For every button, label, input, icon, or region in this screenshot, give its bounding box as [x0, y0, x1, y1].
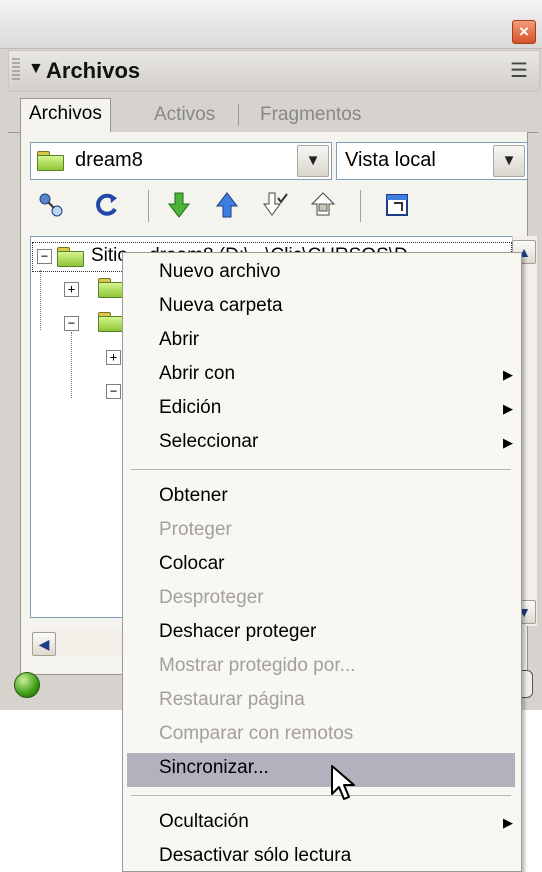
- menu-item-show-checked-out-by: Mostrar protegido por...: [159, 655, 356, 676]
- menu-item-edit[interactable]: Edición: [159, 397, 221, 419]
- toolbar-separator: [360, 190, 361, 222]
- menu-item-check-in: Desproteger: [159, 587, 264, 608]
- submenu-arrow-icon: ▶: [503, 401, 513, 416]
- refresh-icon[interactable]: [90, 190, 124, 222]
- drag-grip-icon[interactable]: [12, 58, 20, 82]
- menu-separator: [131, 469, 511, 470]
- check-in-icon[interactable]: [306, 190, 340, 222]
- menu-item-undo-check-out[interactable]: Deshacer proteger: [159, 621, 316, 643]
- put-icon[interactable]: [210, 190, 244, 222]
- folder-icon: [98, 278, 125, 298]
- collapse-icon[interactable]: −: [64, 316, 79, 331]
- menu-item-open[interactable]: Abrir: [159, 329, 199, 351]
- collapse-icon[interactable]: −: [37, 249, 52, 264]
- menu-item-put[interactable]: Colocar: [159, 553, 224, 575]
- menu-item-open-with[interactable]: Abrir con: [159, 363, 235, 385]
- menu-item-compare-remote: Comparar con remotos: [159, 723, 354, 744]
- view-select[interactable]: Vista local ▼: [336, 142, 528, 180]
- menu-item-new-file[interactable]: Nuevo archivo: [159, 261, 280, 283]
- tab-activos[interactable]: Activos: [146, 100, 223, 131]
- site-select-value: dream8: [75, 149, 143, 171]
- menu-item-new-folder[interactable]: Nueva carpeta: [159, 295, 283, 317]
- menu-item-cloaking[interactable]: Ocultación: [159, 811, 249, 833]
- submenu-arrow-icon: ▶: [503, 367, 513, 382]
- mouse-cursor-icon: [330, 764, 356, 809]
- panel-options-icon[interactable]: ☰: [510, 58, 528, 83]
- menu-separator: [131, 795, 511, 796]
- expand-panel-icon[interactable]: [380, 190, 414, 222]
- toolbar-separator: [148, 190, 149, 222]
- menu-item-restore-page: Restaurar página: [159, 689, 305, 710]
- collapse-icon[interactable]: −: [106, 384, 121, 399]
- status-ok-icon: [14, 672, 40, 698]
- tab-archivos[interactable]: Archivos: [20, 98, 111, 132]
- get-icon[interactable]: [162, 190, 196, 222]
- expand-icon[interactable]: +: [64, 282, 79, 297]
- tab-fragmentos[interactable]: Fragmentos: [252, 100, 369, 131]
- close-button[interactable]: ×: [512, 20, 536, 44]
- chevron-down-icon[interactable]: ▼: [493, 145, 525, 177]
- tree-line: [40, 270, 41, 330]
- scroll-left-icon[interactable]: ◀: [32, 632, 56, 656]
- check-out-icon[interactable]: [258, 190, 292, 222]
- folder-icon: [37, 151, 64, 171]
- folder-icon: [98, 312, 125, 332]
- menu-item-get[interactable]: Obtener: [159, 485, 228, 507]
- panel-titlebar[interactable]: [0, 0, 542, 49]
- view-select-value: Vista local: [345, 149, 436, 171]
- close-icon: ×: [519, 22, 529, 41]
- tab-separator: [238, 104, 239, 126]
- context-menu: Nuevo archivo Nueva carpeta Abrir Abrir …: [122, 252, 522, 872]
- menu-item-select[interactable]: Seleccionar: [159, 431, 258, 453]
- connect-icon[interactable]: [34, 190, 68, 222]
- menu-item-check-out: Proteger: [159, 519, 232, 540]
- chevron-down-icon[interactable]: ▼: [297, 145, 329, 177]
- panel-title: Archivos: [46, 58, 141, 83]
- expand-icon[interactable]: +: [106, 350, 121, 365]
- collapse-arrow-icon[interactable]: ▼: [28, 60, 44, 78]
- menu-item-turn-off-read-only[interactable]: Desactivar sólo lectura: [159, 845, 351, 867]
- folder-icon: [57, 247, 84, 267]
- menu-item-synchronize[interactable]: Sincronizar...: [159, 757, 269, 779]
- site-select[interactable]: dream8 ▼: [30, 142, 332, 180]
- tree-line: [71, 332, 72, 398]
- submenu-arrow-icon: ▶: [503, 435, 513, 450]
- submenu-arrow-icon: ▶: [503, 815, 513, 830]
